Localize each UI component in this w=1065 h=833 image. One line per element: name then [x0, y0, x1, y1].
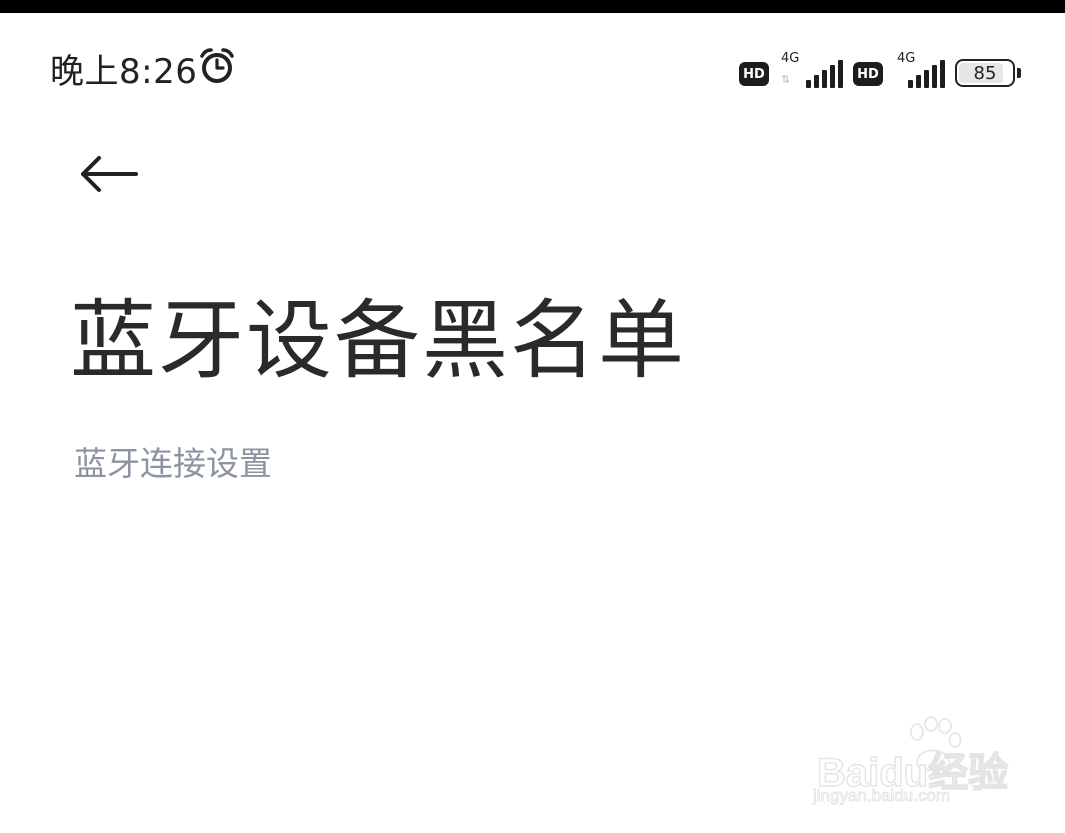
hd-voice-badge-2: HD: [853, 62, 883, 86]
back-button[interactable]: [72, 148, 144, 200]
section-header: 蓝牙连接设置: [74, 444, 272, 483]
sim1-network-type: 4G: [781, 51, 800, 66]
sim2-signal-icon: 4G: [893, 51, 945, 88]
arrow-left-icon: [81, 156, 138, 192]
sim1-signal-bars: [806, 60, 843, 88]
watermark-url: jingyan.baidu.com: [813, 786, 951, 806]
alarm-clock-icon: [197, 46, 237, 86]
status-time: 晚上8:26: [50, 52, 198, 92]
baidu-jingyan-watermark: Baidu经验 jingyan.baidu.com: [809, 716, 1009, 812]
status-indicators: HD 4G ⇅ HD 4G 85: [739, 48, 1021, 88]
battery-percent: 85: [973, 62, 997, 84]
hd-voice-badge: HD: [739, 62, 769, 86]
sim2-signal-bars: [908, 60, 945, 88]
battery-cap: [1017, 68, 1021, 78]
page-title: 蓝牙设备黑名单: [70, 291, 686, 391]
sim1-signal-icon: 4G ⇅: [779, 51, 843, 88]
data-activity-icon: ⇅: [781, 73, 791, 86]
screen-top-edge: [0, 0, 1065, 13]
status-bar: 晚上8:26 HD 4G ⇅ HD 4G 85: [0, 13, 1065, 113]
battery-icon: 85: [955, 59, 1021, 87]
